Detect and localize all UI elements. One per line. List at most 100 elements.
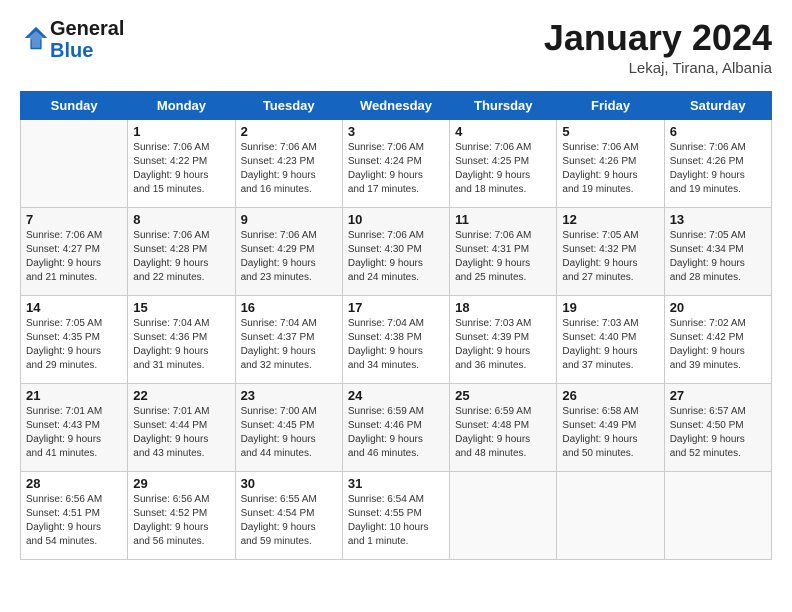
calendar-cell-w3-d6: 20 Sunrise: 7:02 AM Sunset: 4:42 PM Dayli… (664, 295, 771, 383)
day-number: 1 (133, 124, 229, 139)
day-number: 9 (241, 212, 337, 227)
col-friday: Friday (557, 91, 664, 119)
logo-blue: Blue (50, 40, 93, 62)
week-row-2: 7Sunrise: 7:06 AM Sunset: 4:27 PM Daylig… (21, 207, 772, 295)
calendar-cell-w5-d1: 29Sunrise: 6:56 AM Sunset: 4:52 PM Dayli… (128, 471, 235, 559)
subtitle: Lekaj, Tirana, Albania (544, 60, 772, 77)
calendar-cell-w1-d6: 6 Sunrise: 7:06 AM Sunset: 4:26 PM Daylig… (664, 119, 771, 207)
logo-general: General (50, 18, 124, 40)
calendar-cell-w1-d0 (21, 119, 128, 207)
header: General Blue January 2024 Lekaj, Tirana,… (20, 18, 772, 77)
day-info: Sunrise: 6:58 AM Sunset: 4:49 PM Dayligh… (562, 405, 658, 461)
day-number: 22 (133, 388, 229, 403)
day-info: Sunrise: 7:06 AM Sunset: 4:30 PM Dayligh… (348, 229, 444, 285)
day-info: Sunrise: 7:04 AM Sunset: 4:36 PM Dayligh… (133, 317, 229, 373)
day-number: 24 (348, 388, 444, 403)
col-monday: Monday (128, 91, 235, 119)
day-number: 2 (241, 124, 337, 139)
week-row-4: 21 Sunrise: 7:01 AM Sunset: 4:43 PM Dayli… (21, 383, 772, 471)
day-info: Sunrise: 6:59 AM Sunset: 4:48 PM Dayligh… (455, 405, 551, 461)
day-info: Sunrise: 7:05 AM Sunset: 4:34 PM Dayligh… (670, 229, 766, 285)
month-title: January 2024 (544, 18, 772, 58)
calendar-cell-w3-d5: 19 Sunrise: 7:03 AM Sunset: 4:40 PM Dayli… (557, 295, 664, 383)
day-number: 15 (133, 300, 229, 315)
calendar-cell-w2-d0: 7Sunrise: 7:06 AM Sunset: 4:27 PM Daylig… (21, 207, 128, 295)
calendar-cell-w5-d2: 30Sunrise: 6:55 AM Sunset: 4:54 PM Dayli… (235, 471, 342, 559)
day-info: Sunrise: 6:56 AM Sunset: 4:52 PM Dayligh… (133, 493, 229, 549)
col-thursday: Thursday (450, 91, 557, 119)
day-info: Sunrise: 7:06 AM Sunset: 4:26 PM Dayligh… (562, 141, 658, 197)
day-info: Sunrise: 7:01 AM Sunset: 4:43 PM Dayligh… (26, 405, 122, 461)
day-number: 12 (562, 212, 658, 227)
day-info: Sunrise: 7:04 AM Sunset: 4:37 PM Dayligh… (241, 317, 337, 373)
day-number: 30 (241, 476, 337, 491)
day-info: Sunrise: 7:03 AM Sunset: 4:40 PM Dayligh… (562, 317, 658, 373)
day-number: 28 (26, 476, 122, 491)
day-number: 5 (562, 124, 658, 139)
day-info: Sunrise: 7:00 AM Sunset: 4:45 PM Dayligh… (241, 405, 337, 461)
day-info: Sunrise: 7:05 AM Sunset: 4:35 PM Dayligh… (26, 317, 122, 373)
day-info: Sunrise: 7:03 AM Sunset: 4:39 PM Dayligh… (455, 317, 551, 373)
day-info: Sunrise: 6:56 AM Sunset: 4:51 PM Dayligh… (26, 493, 122, 549)
calendar-cell-w3-d3: 17 Sunrise: 7:04 AM Sunset: 4:38 PM Dayli… (342, 295, 449, 383)
calendar-cell-w1-d1: 1Sunrise: 7:06 AM Sunset: 4:22 PM Daylig… (128, 119, 235, 207)
calendar-cell-w1-d2: 2 Sunrise: 7:06 AM Sunset: 4:23 PM Daylig… (235, 119, 342, 207)
day-info: Sunrise: 6:57 AM Sunset: 4:50 PM Dayligh… (670, 405, 766, 461)
calendar-cell-w5-d4 (450, 471, 557, 559)
day-number: 16 (241, 300, 337, 315)
day-number: 11 (455, 212, 551, 227)
day-number: 20 (670, 300, 766, 315)
calendar-cell-w2-d2: 9 Sunrise: 7:06 AM Sunset: 4:29 PM Daylig… (235, 207, 342, 295)
day-info: Sunrise: 6:54 AM Sunset: 4:55 PM Dayligh… (348, 493, 444, 549)
calendar-cell-w3-d2: 16 Sunrise: 7:04 AM Sunset: 4:37 PM Dayli… (235, 295, 342, 383)
day-number: 31 (348, 476, 444, 491)
calendar-cell-w4-d0: 21 Sunrise: 7:01 AM Sunset: 4:43 PM Dayli… (21, 383, 128, 471)
day-info: Sunrise: 7:06 AM Sunset: 4:23 PM Dayligh… (241, 141, 337, 197)
calendar-cell-w3-d1: 15 Sunrise: 7:04 AM Sunset: 4:36 PM Dayli… (128, 295, 235, 383)
day-info: Sunrise: 7:06 AM Sunset: 4:28 PM Dayligh… (133, 229, 229, 285)
day-number: 10 (348, 212, 444, 227)
logo-icon (22, 24, 50, 52)
calendar-cell-w4-d6: 27Sunrise: 6:57 AM Sunset: 4:50 PM Dayli… (664, 383, 771, 471)
calendar-cell-w4-d5: 26 Sunrise: 6:58 AM Sunset: 4:49 PM Dayli… (557, 383, 664, 471)
calendar: Sunday Monday Tuesday Wednesday Thursday… (20, 91, 772, 560)
day-info: Sunrise: 7:06 AM Sunset: 4:26 PM Dayligh… (670, 141, 766, 197)
day-info: Sunrise: 7:01 AM Sunset: 4:44 PM Dayligh… (133, 405, 229, 461)
day-info: Sunrise: 7:02 AM Sunset: 4:42 PM Dayligh… (670, 317, 766, 373)
calendar-cell-w4-d4: 25Sunrise: 6:59 AM Sunset: 4:48 PM Dayli… (450, 383, 557, 471)
page: General Blue January 2024 Lekaj, Tirana,… (0, 0, 792, 612)
day-info: Sunrise: 7:06 AM Sunset: 4:31 PM Dayligh… (455, 229, 551, 285)
col-saturday: Saturday (664, 91, 771, 119)
calendar-cell-w3-d4: 18Sunrise: 7:03 AM Sunset: 4:39 PM Dayli… (450, 295, 557, 383)
day-number: 17 (348, 300, 444, 315)
day-number: 7 (26, 212, 122, 227)
calendar-cell-w4-d3: 24 Sunrise: 6:59 AM Sunset: 4:46 PM Dayli… (342, 383, 449, 471)
day-number: 21 (26, 388, 122, 403)
week-row-5: 28 Sunrise: 6:56 AM Sunset: 4:51 PM Dayli… (21, 471, 772, 559)
logo: General Blue (20, 18, 124, 62)
calendar-cell-w3-d0: 14Sunrise: 7:05 AM Sunset: 4:35 PM Dayli… (21, 295, 128, 383)
calendar-cell-w2-d1: 8Sunrise: 7:06 AM Sunset: 4:28 PM Daylig… (128, 207, 235, 295)
col-wednesday: Wednesday (342, 91, 449, 119)
day-number: 13 (670, 212, 766, 227)
day-info: Sunrise: 7:04 AM Sunset: 4:38 PM Dayligh… (348, 317, 444, 373)
day-info: Sunrise: 7:06 AM Sunset: 4:29 PM Dayligh… (241, 229, 337, 285)
week-row-3: 14Sunrise: 7:05 AM Sunset: 4:35 PM Dayli… (21, 295, 772, 383)
day-number: 19 (562, 300, 658, 315)
day-number: 26 (562, 388, 658, 403)
calendar-cell-w1-d4: 4Sunrise: 7:06 AM Sunset: 4:25 PM Daylig… (450, 119, 557, 207)
calendar-cell-w1-d3: 3Sunrise: 7:06 AM Sunset: 4:24 PM Daylig… (342, 119, 449, 207)
title-block: January 2024 Lekaj, Tirana, Albania (544, 18, 772, 77)
calendar-cell-w2-d6: 13 Sunrise: 7:05 AM Sunset: 4:34 PM Dayli… (664, 207, 771, 295)
day-number: 6 (670, 124, 766, 139)
col-tuesday: Tuesday (235, 91, 342, 119)
week-row-1: 1Sunrise: 7:06 AM Sunset: 4:22 PM Daylig… (21, 119, 772, 207)
day-info: Sunrise: 7:06 AM Sunset: 4:25 PM Dayligh… (455, 141, 551, 197)
calendar-header-row: Sunday Monday Tuesday Wednesday Thursday… (21, 91, 772, 119)
calendar-cell-w1-d5: 5 Sunrise: 7:06 AM Sunset: 4:26 PM Daylig… (557, 119, 664, 207)
day-info: Sunrise: 7:06 AM Sunset: 4:24 PM Dayligh… (348, 141, 444, 197)
calendar-cell-w2-d5: 12Sunrise: 7:05 AM Sunset: 4:32 PM Dayli… (557, 207, 664, 295)
day-info: Sunrise: 6:59 AM Sunset: 4:46 PM Dayligh… (348, 405, 444, 461)
day-number: 23 (241, 388, 337, 403)
calendar-cell-w2-d4: 11 Sunrise: 7:06 AM Sunset: 4:31 PM Dayli… (450, 207, 557, 295)
